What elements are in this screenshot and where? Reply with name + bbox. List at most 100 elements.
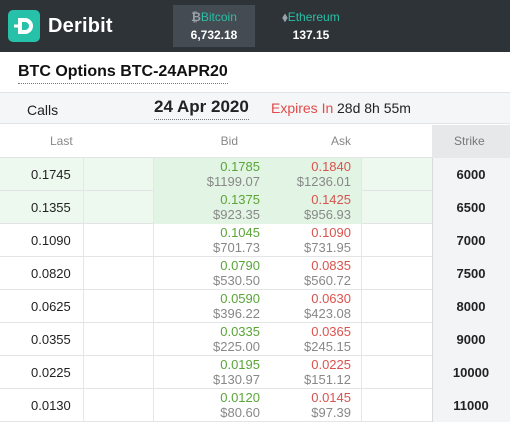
strike-price: 9000 [456,332,486,347]
column-header-strike[interactable]: Strike [454,134,485,148]
bid-cell[interactable]: 0.0790 $530.50 [213,258,260,288]
option-chain-table: Last Bid Ask Strike 0.1745 0.1785 $1199.07… [0,125,510,422]
bid-cell[interactable]: 0.0335 $225.00 [213,324,260,354]
bid-price-usd: $396.22 [213,306,260,321]
ask-price: 0.1425 [311,192,351,207]
table-row[interactable]: 0.1090 0.1045 $701.73 0.1090 $731.95 7000 [0,224,510,257]
expiry-header: Calls 24 Apr 2020 Expires In 28d 8h 55m [0,92,510,124]
strike-cell: 6500 [432,191,510,224]
bid-cell[interactable]: 0.0120 $80.60 [220,390,260,420]
ask-price-usd: $97.39 [311,405,351,420]
bid-price: 0.0195 [220,357,260,372]
ask-price-usd: $245.15 [304,339,351,354]
tab-bitcoin-label: Bitcoin [200,10,237,24]
ask-price: 0.0225 [311,357,351,372]
bid-cell[interactable]: 0.1785 $1199.07 [207,159,260,189]
strike-cell: 7500 [432,257,510,290]
last-price: 0.0355 [31,332,71,347]
bid-cell[interactable]: 0.1375 $923.35 [213,192,260,222]
tab-bitcoin-price: 6,732.18 [190,28,238,42]
strike-price: 11000 [453,398,489,413]
ask-price: 0.1090 [311,225,351,240]
page-title[interactable]: BTC Options BTC-24APR20 [18,63,228,84]
bid-price-usd: $530.50 [213,273,260,288]
strike-cell: 9000 [432,323,510,356]
brand-name: Deribit [48,14,113,37]
last-price: 0.1090 [31,233,71,248]
expires-in-label: Expires In [271,100,334,116]
table-row[interactable]: 0.0625 0.0590 $396.22 0.0630 $423.08 8000 [0,290,510,323]
bid-price: 0.0790 [220,258,260,273]
ask-cell[interactable]: 0.0835 $560.72 [304,258,351,288]
tab-bitcoin[interactable]: ₿Bitcoin 6,732.18 [173,5,255,47]
ask-price: 0.0365 [311,324,351,339]
table-row[interactable]: 0.1745 0.1785 $1199.07 0.1840 $1236.01 6000 [0,158,510,191]
ask-price-usd: $1236.01 [296,174,351,189]
strike-price: 10000 [452,365,490,380]
ask-price-usd: $956.93 [304,207,351,222]
bid-price: 0.0590 [220,291,260,306]
ask-price-usd: $423.08 [304,306,351,321]
bid-price: 0.0120 [220,390,260,405]
bid-cell[interactable]: 0.0590 $396.22 [213,291,260,321]
expiry-date-selector[interactable]: 24 Apr 2020 [154,97,249,120]
ask-price: 0.0145 [311,390,351,405]
last-price: 0.1355 [31,200,71,215]
tab-ethereum[interactable]: ⬧Ethereum 137.15 [270,5,352,47]
bid-cell[interactable]: 0.0195 $130.97 [213,357,260,387]
calls-label: Calls [27,102,59,118]
strike-price: 6500 [456,200,486,215]
strike-price: 6000 [456,167,486,182]
bitcoin-icon: ₿ [191,10,201,24]
bid-price: 0.1375 [220,192,260,207]
last-price: 0.0130 [31,398,71,413]
bid-price: 0.0335 [220,324,260,339]
tab-ethereum-label: Ethereum [287,10,340,24]
bid-price: 0.1045 [220,225,260,240]
ask-cell[interactable]: 0.1840 $1236.01 [297,159,351,189]
bid-price-usd: $80.60 [220,405,260,420]
bid-price: 0.1785 [220,159,260,174]
bid-price-usd: $701.73 [213,240,260,255]
table-row[interactable]: 0.0130 0.0120 $80.60 0.0145 $97.39 11000 [0,389,510,422]
ask-cell[interactable]: 0.0225 $151.12 [304,357,351,387]
strike-cell: 11000 [432,389,510,422]
last-price: 0.0225 [31,365,71,380]
ask-price-usd: $151.12 [304,372,351,387]
ask-cell[interactable]: 0.1425 $956.93 [304,192,351,222]
ask-price: 0.0630 [311,291,351,306]
strike-cell: 6000 [432,158,510,191]
ask-cell[interactable]: 0.0365 $245.15 [304,324,351,354]
column-header-ask[interactable]: Ask [331,134,351,148]
bid-price-usd: $130.97 [213,372,260,387]
table-row[interactable]: 0.0820 0.0790 $530.50 0.0835 $560.72 7500 [0,257,510,290]
ask-price-usd: $731.95 [304,240,351,255]
strike-price: 7500 [456,266,486,281]
table-row[interactable]: 0.0225 0.0195 $130.97 0.0225 $151.12 10000 [0,356,510,389]
ask-cell[interactable]: 0.1090 $731.95 [304,225,351,255]
strike-cell: 8000 [432,290,510,323]
expiry-countdown: 28d 8h 55m [337,100,411,116]
bid-price-usd: $923.35 [213,207,260,222]
brand-home-link[interactable]: Deribit [8,10,113,42]
last-price: 0.0820 [31,266,71,281]
last-price: 0.0625 [31,299,71,314]
column-header-bid[interactable]: Bid [221,134,238,148]
column-header-last[interactable]: Last [50,134,73,148]
deribit-logo-icon [8,10,40,42]
ask-price: 0.0835 [311,258,351,273]
table-body: 0.1745 0.1785 $1199.07 0.1840 $1236.01 6000 0.… [0,158,510,422]
table-row[interactable]: 0.0355 0.0335 $225.00 0.0365 $245.15 9000 [0,323,510,356]
ask-cell[interactable]: 0.0145 $97.39 [311,390,351,420]
bid-price-usd: $1199.07 [206,174,260,189]
ask-price: 0.1840 [311,159,351,174]
table-row[interactable]: 0.1355 0.1375 $923.35 0.1425 $956.93 6500 [0,191,510,224]
table-header: Last Bid Ask Strike [0,125,510,158]
ask-cell[interactable]: 0.0630 $423.08 [304,291,351,321]
bid-cell[interactable]: 0.1045 $701.73 [213,225,260,255]
top-navigation-bar: Deribit ₿Bitcoin 6,732.18 ⬧Ethereum 137.… [0,0,510,52]
bid-price-usd: $225.00 [213,339,260,354]
strike-cell: 7000 [432,224,510,257]
strike-price: 8000 [456,299,486,314]
strike-cell: 10000 [432,356,510,389]
